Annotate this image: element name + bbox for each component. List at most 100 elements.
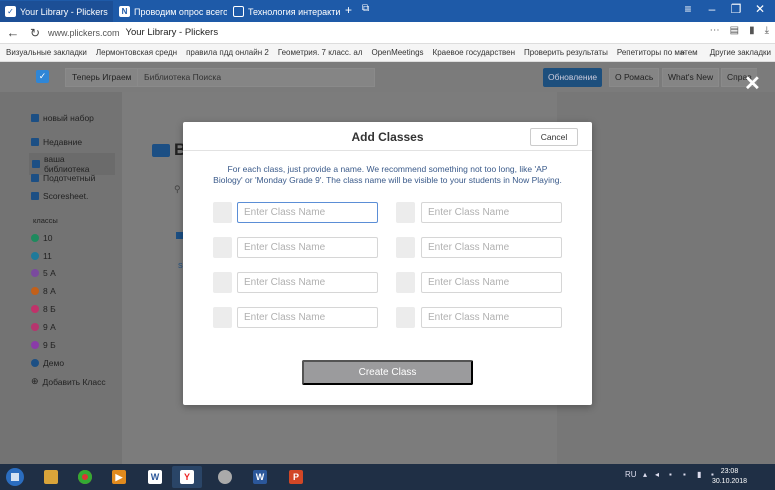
sidebar-class-item[interactable]: 8 А: [31, 286, 56, 296]
more-icon[interactable]: ⋯: [710, 25, 720, 36]
class-color-dot: [31, 287, 39, 295]
cancel-button[interactable]: Cancel: [530, 128, 578, 146]
windows-taskbar: ▶ W Y W P RU ▴ ◂ ▪ ▪ ▮ ▪ 23:08 30.10.201…: [0, 464, 775, 490]
class-color-swatch[interactable]: [213, 307, 232, 328]
class-color-swatch[interactable]: [396, 202, 415, 223]
class-color-swatch[interactable]: [396, 272, 415, 293]
close-overlay-icon[interactable]: ✕: [744, 74, 761, 94]
system-clock[interactable]: 23:08 30.10.2018: [712, 467, 747, 487]
player-icon: ▶: [112, 470, 126, 484]
sidebar: новый набор Недавние ваша библиотека Под…: [0, 92, 122, 464]
class-name-input[interactable]: [421, 202, 562, 223]
user-menu-button[interactable]: О Ромась: [609, 68, 660, 87]
bookmark-item[interactable]: Проверить результаты: [524, 48, 608, 57]
add-class-button[interactable]: ⊕ Добавить Класс: [31, 376, 106, 387]
tray-app-icon[interactable]: ▪: [669, 470, 672, 479]
sidebar-class-item[interactable]: Демо: [31, 358, 64, 368]
bookmark-item[interactable]: OpenMeetings: [372, 48, 424, 57]
url-field[interactable]: www.plickers.com: [48, 28, 120, 38]
checkmark-icon: ✓: [5, 6, 16, 17]
bookmark-item[interactable]: Геометрия. 7 класс. ал: [278, 48, 363, 57]
class-field-row: [183, 202, 592, 223]
bookmark-icon[interactable]: ▮: [749, 25, 755, 36]
taskbar-app-word-doc[interactable]: W: [245, 466, 275, 488]
start-button[interactable]: [6, 468, 24, 486]
whats-new-button[interactable]: What's New: [662, 68, 720, 87]
class-name-input[interactable]: [237, 272, 378, 293]
plickers-logo-icon[interactable]: ✓: [36, 70, 49, 83]
network-icon[interactable]: ▮: [697, 470, 701, 479]
tray-arrow-icon[interactable]: ▴: [643, 470, 647, 479]
create-class-button[interactable]: Create Class: [302, 360, 473, 385]
taskbar-app-chrome[interactable]: [70, 466, 100, 488]
news-icon: N: [119, 6, 130, 17]
taskbar-app-media[interactable]: [210, 466, 240, 488]
class-name-input[interactable]: [237, 307, 378, 328]
update-button[interactable]: Обновление: [543, 68, 603, 87]
taskbar-app-powerpoint[interactable]: P: [281, 466, 311, 488]
chrome-icon: [78, 470, 92, 484]
sidebar-class-item[interactable]: 9 Б: [31, 340, 56, 350]
sidebar-item-new-set[interactable]: новый набор: [31, 113, 94, 123]
class-color-dot: [31, 341, 39, 349]
minimize-icon[interactable]: –: [700, 2, 724, 16]
bookmark-item[interactable]: Репетиторы по матем: [617, 48, 698, 57]
class-name-input[interactable]: [421, 307, 562, 328]
class-color-swatch[interactable]: [213, 202, 232, 223]
taskbar-app-player[interactable]: ▶: [104, 466, 134, 488]
language-indicator[interactable]: RU: [625, 470, 637, 479]
class-name-input[interactable]: [421, 272, 562, 293]
class-color-swatch[interactable]: [396, 237, 415, 258]
tab-title: Проводим опрос всего кла: [134, 6, 227, 17]
reader-icon[interactable]: ▤: [730, 25, 739, 36]
tab-manager-icon[interactable]: ⧉: [362, 3, 369, 14]
bookmarks-more-button[interactable]: »: [680, 47, 685, 57]
sidebar-item-recent[interactable]: Недавние: [31, 137, 82, 147]
new-tab-button[interactable]: +: [345, 3, 352, 17]
sidebar-item-report[interactable]: Подотчетный: [31, 173, 95, 183]
powerpoint-icon: P: [289, 470, 303, 484]
sidebar-class-item[interactable]: 9 А: [31, 322, 56, 332]
class-color-swatch[interactable]: [213, 237, 232, 258]
browser-tab-bar: ✓ Your Library - Plickers × N Проводим о…: [0, 0, 775, 22]
sidebar-class-item[interactable]: 10: [31, 233, 52, 243]
class-name: 8 Б: [43, 304, 56, 314]
class-name-input[interactable]: [237, 202, 378, 223]
sidebar-item-scoresheet[interactable]: Scoresheet.: [31, 191, 88, 201]
taskbar-app-explorer[interactable]: [36, 466, 66, 488]
sidebar-item-library[interactable]: ваша библиотека: [29, 153, 115, 175]
volume-icon[interactable]: ◂: [655, 470, 659, 479]
taskbar-app-yandex[interactable]: Y: [172, 466, 202, 488]
folder-icon: [32, 160, 40, 168]
class-name-input[interactable]: [237, 237, 378, 258]
download-icon[interactable]: ⤓: [765, 25, 769, 36]
bookmark-item[interactable]: Краевое государствен: [433, 48, 515, 57]
bookmarks-bar: Визуальные закладки Лермонтовская средн …: [0, 44, 775, 62]
class-color-swatch[interactable]: [396, 307, 415, 328]
close-window-icon[interactable]: ✕: [748, 2, 772, 16]
back-arrow-icon[interactable]: ←: [0, 25, 26, 40]
browser-tab-survey[interactable]: N Проводим опрос всего кла ×: [114, 1, 227, 22]
bookmark-item[interactable]: правила пдд онлайн 2: [186, 48, 269, 57]
browser-tab-plickers[interactable]: ✓ Your Library - Plickers ×: [0, 1, 113, 22]
bookmark-item[interactable]: Лермонтовская средн: [96, 48, 177, 57]
taskbar-app-word[interactable]: W: [140, 466, 170, 488]
tray-app-icon[interactable]: ▪: [683, 470, 686, 479]
class-field-row: [183, 307, 592, 328]
library-search-input[interactable]: Библиотека Поиска: [137, 68, 375, 87]
sidebar-class-item[interactable]: 11: [31, 251, 52, 261]
class-field-row: [183, 237, 592, 258]
tab-title: Your Library - Plickers: [20, 6, 108, 17]
other-bookmarks-folder[interactable]: Другие закладки: [710, 48, 771, 57]
class-name-input[interactable]: [421, 237, 562, 258]
menu-icon[interactable]: ≡: [676, 2, 700, 16]
maximize-icon[interactable]: ❐: [724, 2, 748, 16]
class-color-swatch[interactable]: [213, 272, 232, 293]
tab-title: Технология интерактивно: [248, 6, 340, 17]
refresh-icon[interactable]: ↻: [26, 26, 44, 40]
now-playing-button[interactable]: Теперь Играем: [65, 68, 139, 87]
browser-tab-technology[interactable]: Технология интерактивно ×: [228, 1, 340, 22]
bookmark-item[interactable]: Визуальные закладки: [6, 48, 87, 57]
sidebar-class-item[interactable]: 8 Б: [31, 304, 56, 314]
sidebar-class-item[interactable]: 5 А: [31, 268, 56, 278]
